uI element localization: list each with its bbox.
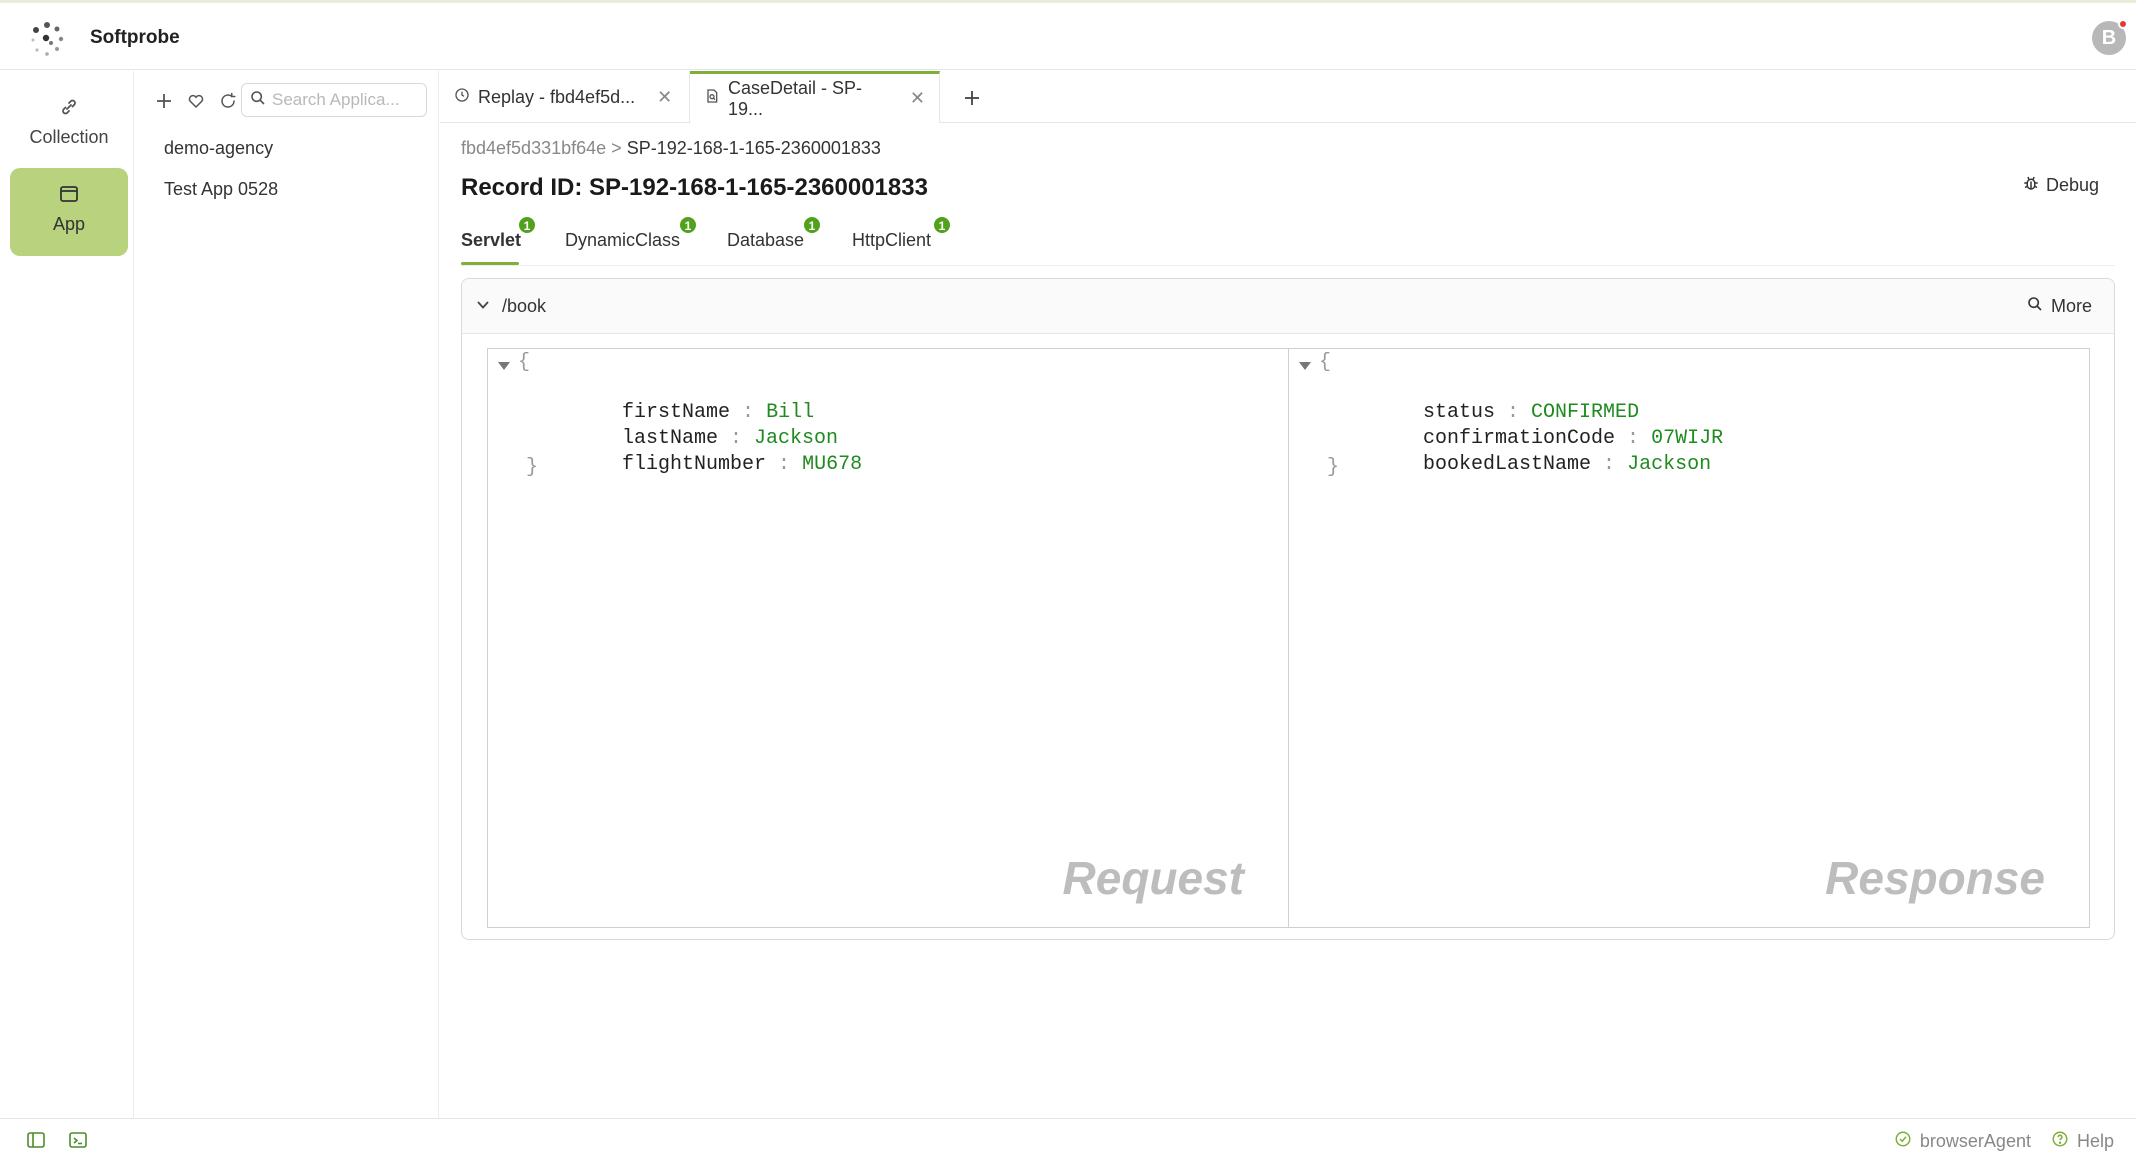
active-tab-indicator xyxy=(461,262,519,265)
tab-label: CaseDetail - SP-19... xyxy=(728,77,863,119)
tab-label: HttpClient xyxy=(852,230,932,250)
request-watermark: Request xyxy=(1062,852,1244,904)
window-icon xyxy=(57,182,81,206)
softprobe-logo-icon xyxy=(26,19,68,61)
add-icon[interactable] xyxy=(153,90,175,112)
count-badge: 1 xyxy=(933,216,951,234)
json-key: flightNumber xyxy=(622,453,767,476)
app-title: Softprobe xyxy=(90,27,180,48)
top-header: Softprobe B xyxy=(0,0,2136,70)
footer-status: browserAgent Help xyxy=(1884,1130,2114,1153)
tab-label: Servlet xyxy=(461,230,522,250)
request-json-viewer[interactable]: { firstName : Bill lastName : Jackson fl… xyxy=(487,348,1289,928)
breadcrumb-separator: > xyxy=(611,138,622,158)
breadcrumb: fbd4ef5d331bf64e > SP-192-168-1-165-2360… xyxy=(461,138,881,159)
collapse-caret-icon[interactable] xyxy=(1299,362,1311,370)
endpoint-path: /book xyxy=(502,296,547,316)
sidebar-toolbar xyxy=(153,85,239,117)
status-bar: browserAgent Help xyxy=(0,1118,2136,1162)
close-icon[interactable]: ✕ xyxy=(657,87,672,108)
panel-header[interactable]: /book More xyxy=(462,279,2114,334)
check-circle-icon xyxy=(1894,1130,1912,1153)
browser-agent-label: browserAgent xyxy=(1919,1131,2031,1151)
document-search-icon xyxy=(704,88,720,109)
terminal-icon[interactable] xyxy=(68,1130,88,1155)
more-label: More xyxy=(2050,296,2092,316)
more-button[interactable]: More xyxy=(2027,296,2092,317)
help-icon xyxy=(2051,1130,2069,1153)
app-search-input[interactable] xyxy=(272,90,412,110)
rail-item-label: Collection xyxy=(29,127,109,147)
link-icon xyxy=(57,95,81,119)
search-icon xyxy=(2027,296,2043,317)
json-open-brace: { xyxy=(1319,351,1332,374)
sidebar-toggle-icon[interactable] xyxy=(26,1130,46,1155)
clock-icon xyxy=(454,87,470,108)
count-badge: 1 xyxy=(518,216,536,234)
app-sidebar: demo-agency Test App 0528 xyxy=(135,71,439,1118)
panel-path[interactable]: /book xyxy=(476,296,546,317)
footer-tools xyxy=(26,1130,88,1155)
tab-replay[interactable]: Replay - fbd4ef5d... ✕ xyxy=(440,71,690,123)
add-icon xyxy=(965,91,979,105)
count-badge: 1 xyxy=(679,216,697,234)
add-tab-button[interactable] xyxy=(955,81,989,115)
tab-dynamicclass[interactable]: DynamicClass xyxy=(565,230,680,251)
nav-rail: Collection App xyxy=(0,71,134,1118)
page-title: Record ID: SP-192-168-1-165-2360001833 xyxy=(461,174,928,201)
debug-button[interactable]: Debug xyxy=(2022,174,2099,197)
help-label: Help xyxy=(2076,1131,2114,1151)
count-badge: 1 xyxy=(803,216,821,234)
browser-agent-status[interactable]: browserAgent xyxy=(1894,1130,2031,1153)
category-tabs: Servlet 1 DynamicClass 1 Database 1 Http… xyxy=(461,214,2115,266)
breadcrumb-parent[interactable]: fbd4ef5d331bf64e xyxy=(461,138,606,158)
rail-item-collection[interactable]: Collection xyxy=(10,81,128,169)
search-icon xyxy=(250,90,266,111)
response-watermark: Response xyxy=(1825,852,2045,904)
heart-icon[interactable] xyxy=(185,90,207,112)
tab-case-detail[interactable]: CaseDetail - SP-19... ✕ xyxy=(690,71,940,123)
rail-item-label: App xyxy=(52,214,86,234)
response-json-viewer[interactable]: { status : CONFIRMED confirmationCode : … xyxy=(1288,348,2090,928)
chevron-down-icon[interactable] xyxy=(476,296,490,317)
json-key: bookedLastName xyxy=(1423,453,1592,476)
json-close-brace: } xyxy=(1327,456,1340,479)
notification-dot xyxy=(2118,19,2128,29)
breadcrumb-current: SP-192-168-1-165-2360001833 xyxy=(626,138,881,158)
json-value: Jackson xyxy=(1627,453,1712,476)
app-search[interactable] xyxy=(241,83,427,117)
json-close-brace: } xyxy=(526,456,539,479)
app-list-item[interactable]: demo-agency xyxy=(164,138,273,159)
json-field: flightNumber : MU678 xyxy=(622,453,863,476)
case-panel: /book More { firstName : Bill lastName :… xyxy=(461,278,2115,940)
tab-httpclient[interactable]: HttpClient xyxy=(852,230,931,251)
bug-icon xyxy=(2022,174,2040,197)
tab-servlet[interactable]: Servlet xyxy=(461,230,521,251)
tab-database[interactable]: Database xyxy=(727,230,804,251)
json-open-brace: { xyxy=(518,351,531,374)
tab-label: Replay - fbd4ef5d... xyxy=(478,86,636,107)
tab-label: Database xyxy=(727,230,805,250)
rail-item-app[interactable]: App xyxy=(10,168,128,256)
json-field: bookedLastName : Jackson xyxy=(1423,453,1712,476)
app-list-item[interactable]: Test App 0528 xyxy=(164,179,278,200)
help-button[interactable]: Help xyxy=(2051,1130,2114,1153)
tab-label: DynamicClass xyxy=(565,230,681,250)
collapse-caret-icon[interactable] xyxy=(498,362,510,370)
close-icon[interactable]: ✕ xyxy=(910,88,925,109)
json-value: MU678 xyxy=(802,453,863,476)
refresh-icon[interactable] xyxy=(217,90,239,112)
debug-label: Debug xyxy=(2046,175,2100,195)
tab-bar: Replay - fbd4ef5d... ✕ CaseDetail - SP-1… xyxy=(440,71,2136,123)
